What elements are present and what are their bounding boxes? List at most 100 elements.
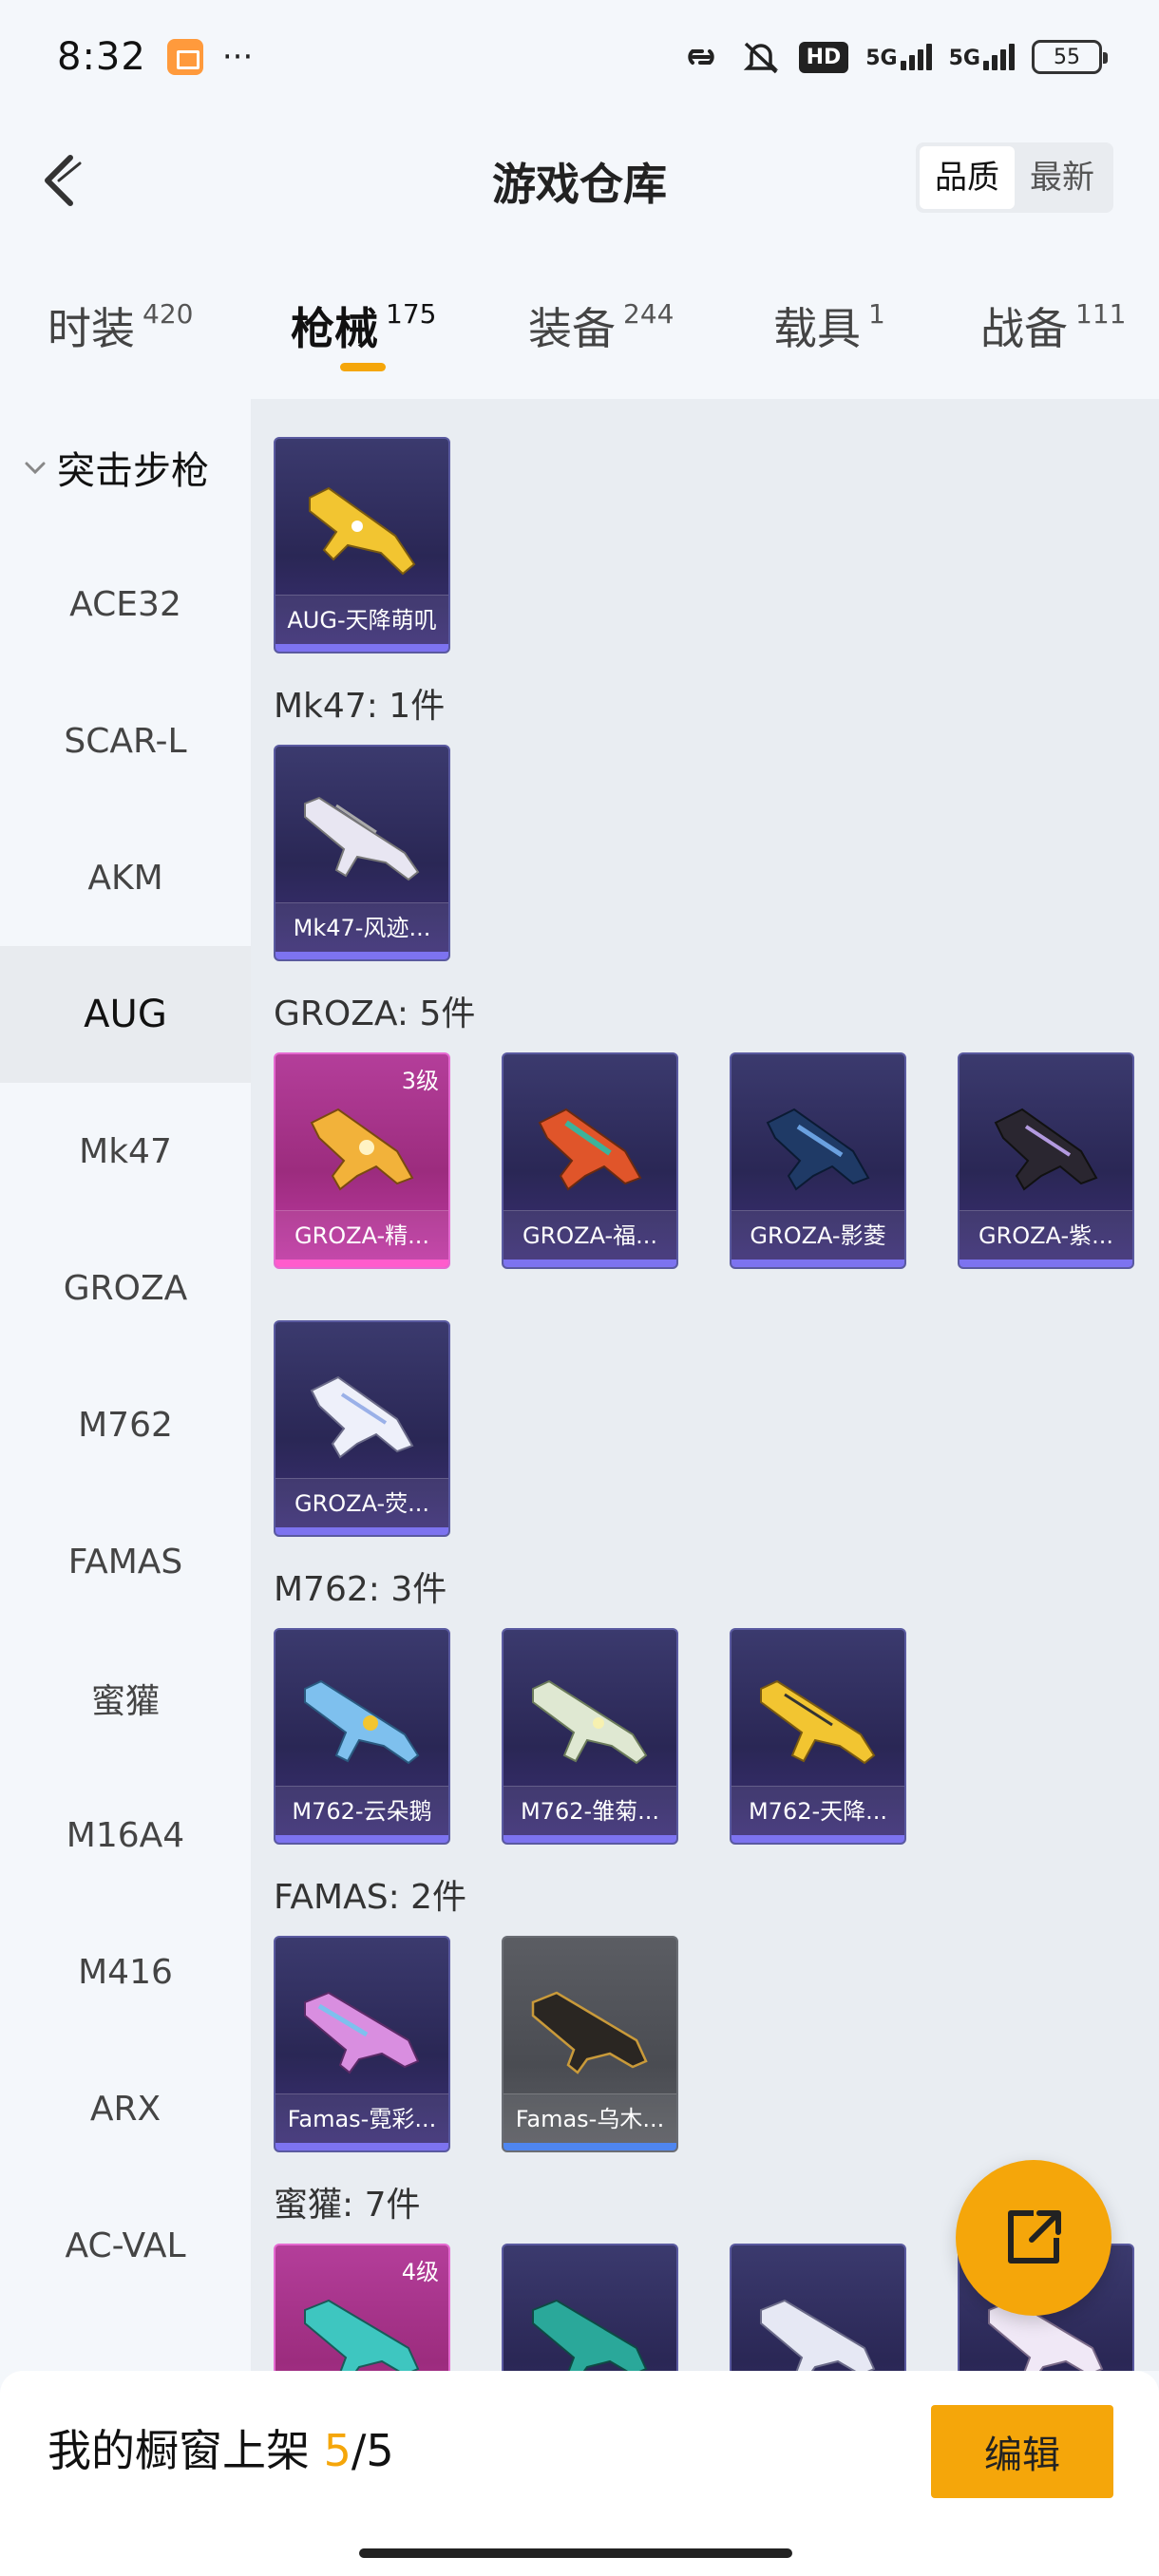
weapon-skin-image bbox=[531, 1991, 648, 2074]
hd-badge: HD bbox=[798, 41, 849, 73]
tab-label: 载具 bbox=[773, 303, 861, 354]
section-title-mk47: Mk47: 1件 bbox=[274, 687, 446, 726]
weapon-card[interactable]: Famas-霓彩... bbox=[274, 1936, 450, 2152]
weapon-skin-image bbox=[760, 2299, 876, 2371]
weapon-card-label: GROZA-影菱 bbox=[732, 1210, 904, 1260]
weapon-card[interactable]: GROZA-影菱 bbox=[730, 1052, 906, 1269]
section-title-m762: M762: 3件 bbox=[274, 1570, 447, 1609]
tab-vehicles[interactable]: 载具 1 bbox=[773, 294, 885, 357]
showcase-label: 我的橱窗上架 bbox=[48, 2425, 310, 2476]
showcase-current-count: 5 bbox=[323, 2425, 352, 2476]
battery-icon: 55 bbox=[1032, 40, 1108, 74]
sidebar-item-mk47[interactable]: Mk47 bbox=[0, 1083, 251, 1220]
weapon-skin-image bbox=[532, 2299, 648, 2371]
tab-label: 装备 bbox=[528, 303, 616, 354]
mute-icon bbox=[740, 38, 782, 76]
weapon-card-label: Famas-霓彩... bbox=[276, 2093, 448, 2143]
weapon-card-label: M762-云朵鹅 bbox=[276, 1786, 448, 1835]
active-tab-indicator bbox=[340, 363, 386, 371]
tab-fashion[interactable]: 时装 420 bbox=[48, 294, 193, 357]
link-icon bbox=[679, 38, 723, 76]
sidebar-item-akm[interactable]: AKM bbox=[0, 809, 251, 946]
tab-count: 175 bbox=[386, 298, 437, 330]
weapon-skin-image bbox=[304, 1679, 420, 1765]
more-notifications-icon: ··· bbox=[221, 38, 254, 76]
sidebar-group-label: 突击步枪 bbox=[57, 449, 209, 493]
showcase-panel: 我的橱窗上架 5/5 编辑 bbox=[0, 2371, 1159, 2576]
weapon-card[interactable]: GROZA-福... bbox=[502, 1052, 678, 1269]
weapon-skin-image bbox=[310, 1108, 414, 1191]
network-type: 5G bbox=[948, 47, 980, 70]
status-time: 8:32 bbox=[57, 35, 146, 79]
rarity-bar bbox=[276, 1527, 448, 1535]
calendar-app-icon bbox=[166, 39, 203, 75]
sidebar-item-ace32[interactable]: ACE32 bbox=[0, 536, 251, 672]
tab-firearms[interactable]: 枪械 175 bbox=[291, 294, 436, 357]
weapon-card[interactable]: GROZA-紫... bbox=[958, 1052, 1134, 1269]
weapon-card-label: GROZA-荧... bbox=[276, 1478, 448, 1527]
signal-icon-2: 5G bbox=[949, 44, 1015, 70]
weapon-skin-image bbox=[760, 1679, 876, 1765]
page-header: 游戏仓库 品质 最新 bbox=[0, 114, 1159, 247]
sort-by-quality[interactable]: 品质 bbox=[920, 146, 1015, 209]
weapon-card[interactable]: M762-云朵鹅 bbox=[274, 1628, 450, 1845]
sidebar-item-arx[interactable]: ARX bbox=[0, 2040, 251, 2177]
rarity-bar bbox=[504, 1835, 676, 1843]
sidebar-item-scar-l[interactable]: SCAR-L bbox=[0, 672, 251, 809]
weapon-skin-image bbox=[994, 1108, 1098, 1191]
weapon-card[interactable]: GROZA-荧... bbox=[274, 1320, 450, 1537]
weapon-card-label: GROZA-福... bbox=[504, 1210, 676, 1260]
tab-equipment[interactable]: 装备 244 bbox=[528, 294, 674, 357]
weapon-skin-image bbox=[766, 1108, 870, 1191]
chevron-down-icon bbox=[25, 462, 46, 475]
rarity-bar bbox=[276, 952, 448, 959]
home-indicator[interactable] bbox=[359, 2548, 792, 2558]
sidebar-item-groza[interactable]: GROZA bbox=[0, 1220, 251, 1356]
edit-button[interactable]: 编辑 bbox=[931, 2405, 1113, 2498]
sidebar-group-assault-rifles[interactable]: 突击步枪 bbox=[0, 399, 251, 536]
tab-label: 时装 bbox=[48, 303, 135, 354]
signal-icon-1: 5G bbox=[865, 44, 932, 70]
showcase-total-count: /5 bbox=[351, 2425, 394, 2476]
sidebar-item-famas[interactable]: FAMAS bbox=[0, 1493, 251, 1630]
weapon-card[interactable]: Famas-乌木... bbox=[502, 1936, 678, 2152]
weapon-card[interactable] bbox=[730, 2244, 906, 2371]
share-button[interactable] bbox=[956, 2160, 1112, 2316]
weapon-card[interactable]: M762-雏菊... bbox=[502, 1628, 678, 1845]
sidebar-item-honey-badger[interactable]: 蜜獾 bbox=[0, 1630, 251, 1767]
tab-count: 1 bbox=[868, 298, 885, 330]
sidebar-item-m416[interactable]: M416 bbox=[0, 1904, 251, 2040]
weapon-card-label: M762-天降... bbox=[732, 1786, 904, 1835]
sidebar-item-m16a4[interactable]: M16A4 bbox=[0, 1767, 251, 1904]
tab-count: 111 bbox=[1075, 298, 1127, 330]
section-title-famas: FAMAS: 2件 bbox=[274, 1878, 467, 1917]
rarity-bar bbox=[276, 1835, 448, 1843]
weapon-card[interactable]: 3级 GROZA-精... bbox=[274, 1052, 450, 1269]
tab-count: 420 bbox=[142, 298, 194, 330]
weapon-sidebar: 突击步枪 ACE32 SCAR-L AKM AUG Mk47 GROZA M76… bbox=[0, 399, 251, 2371]
weapon-card[interactable]: M762-天降... bbox=[730, 1628, 906, 1845]
weapon-skin-image bbox=[304, 1991, 420, 2074]
weapon-skin-image bbox=[304, 796, 420, 881]
weapon-skin-image bbox=[304, 2299, 420, 2371]
tab-count: 244 bbox=[623, 298, 674, 330]
category-tabs: 时装 420 枪械 175 装备 244 载具 1 战备 111 bbox=[0, 275, 1159, 389]
external-link-icon bbox=[1008, 2210, 1061, 2263]
sidebar-item-aug[interactable]: AUG bbox=[0, 946, 251, 1083]
rarity-bar bbox=[960, 1260, 1132, 1267]
showcase-status: 我的橱窗上架 5/5 bbox=[48, 2416, 394, 2479]
weapon-card[interactable]: Mk47-风迹... bbox=[274, 745, 450, 961]
tab-label: 战备 bbox=[980, 303, 1068, 354]
rarity-bar bbox=[504, 1260, 676, 1267]
section-title-groza: GROZA: 5件 bbox=[274, 994, 476, 1033]
weapon-card-label: GROZA-紫... bbox=[960, 1210, 1132, 1260]
weapon-card[interactable] bbox=[502, 2244, 678, 2371]
weapon-card[interactable]: AUG-天降萌叽 bbox=[274, 437, 450, 653]
sidebar-item-m762[interactable]: M762 bbox=[0, 1356, 251, 1493]
weapon-card-label: GROZA-精... bbox=[276, 1210, 448, 1260]
rarity-bar bbox=[732, 1260, 904, 1267]
weapon-card[interactable]: 4级 bbox=[274, 2244, 450, 2371]
sort-by-latest[interactable]: 最新 bbox=[1015, 146, 1110, 209]
tab-supplies[interactable]: 战备 111 bbox=[980, 294, 1126, 357]
sidebar-item-ac-val[interactable]: AC-VAL bbox=[0, 2177, 251, 2314]
